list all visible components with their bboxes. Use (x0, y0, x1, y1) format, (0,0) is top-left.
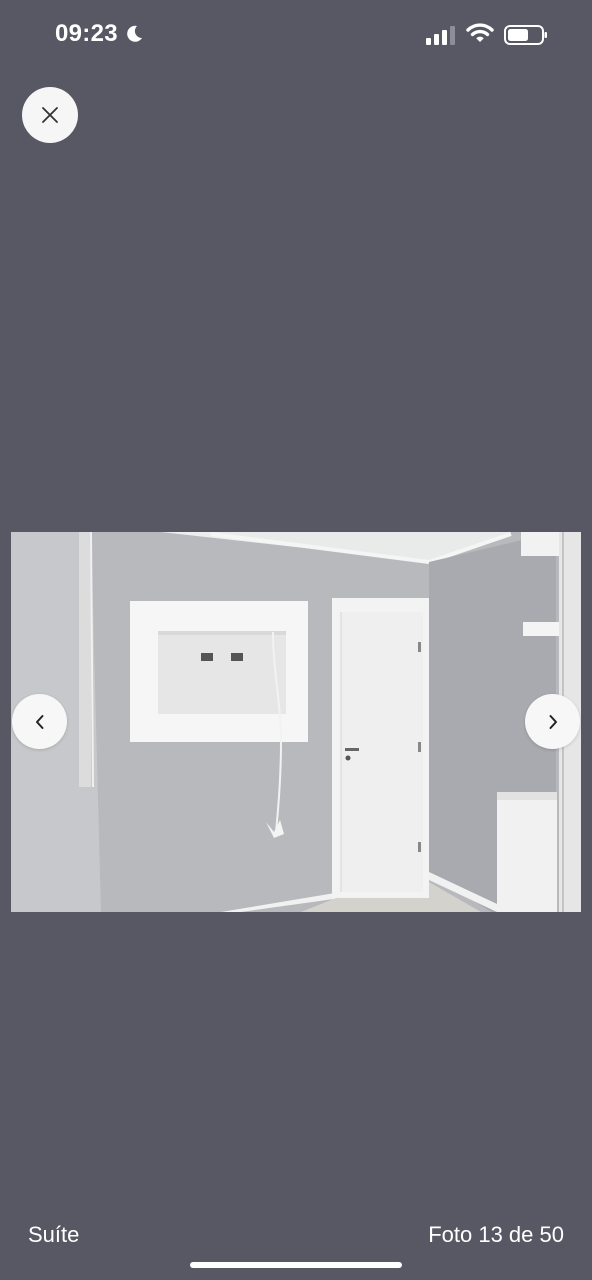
photo-counter: Foto 13 de 50 (428, 1222, 564, 1247)
home-indicator[interactable] (190, 1262, 402, 1268)
next-photo-button[interactable] (525, 694, 580, 749)
chevron-left-icon (35, 714, 43, 729)
chevron-right-icon (549, 714, 557, 729)
status-time: 09:23 (55, 20, 144, 48)
battery-icon (504, 25, 547, 45)
signal-icon (426, 26, 455, 45)
room-photo (11, 532, 581, 912)
status-time-text: 09:23 (55, 20, 118, 47)
photo-caption: Suíte (28, 1222, 80, 1247)
previous-photo-button[interactable] (12, 694, 67, 749)
close-button[interactable] (22, 87, 78, 143)
close-icon (42, 107, 58, 123)
status-bar: 09:23 (0, 0, 592, 72)
wifi-icon (466, 23, 494, 42)
moon-icon (127, 25, 142, 42)
